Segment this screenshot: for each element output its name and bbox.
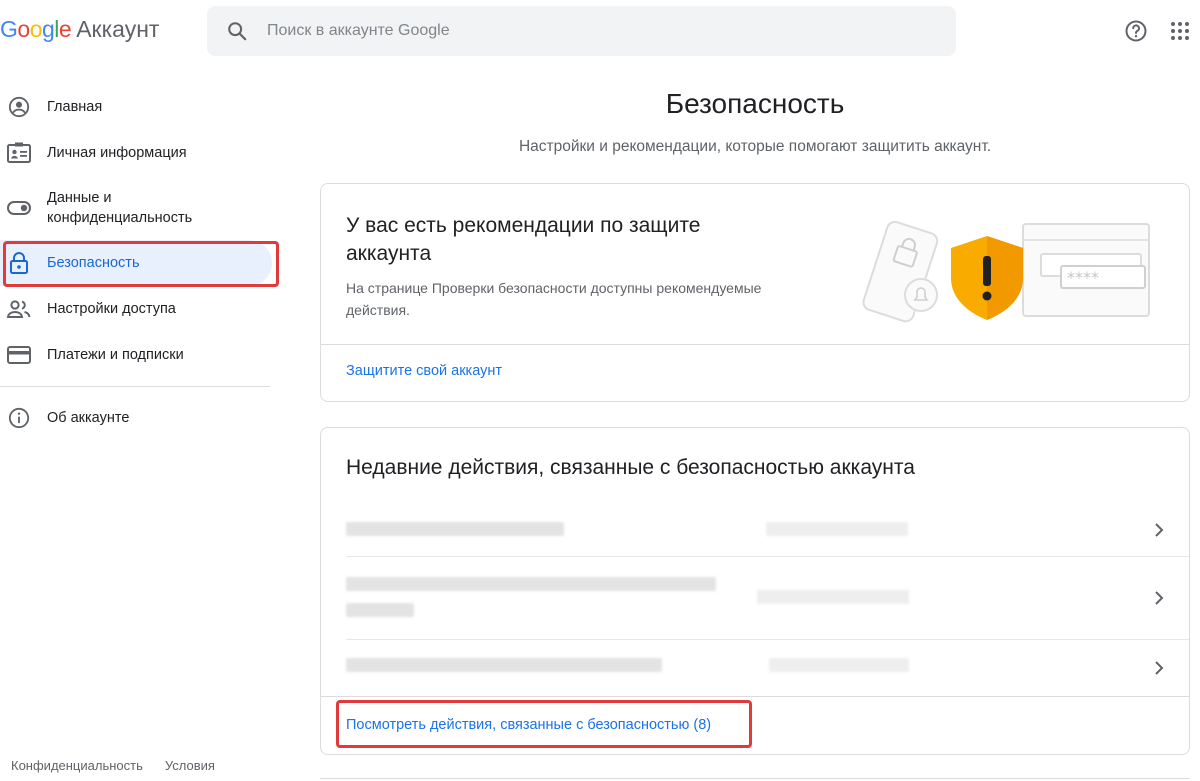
protect-account-link[interactable]: Защитите свой аккаунт [346, 363, 502, 379]
recommendations-card: У вас есть рекомендации по защите аккаун… [320, 183, 1190, 402]
sidebar-item-label: Платежи и подписки [47, 347, 184, 363]
sidebar-divider [0, 386, 270, 387]
activity-row[interactable] [321, 640, 1189, 696]
logo-letter: o [29, 16, 43, 42]
redacted-text [346, 658, 662, 672]
privacy-link[interactable]: Конфиденциальность [11, 758, 143, 773]
search-input[interactable] [267, 22, 867, 40]
product-name: Аккаунт [76, 16, 160, 42]
recent-activity-card: Недавние действия, связанные с безопасно… [320, 427, 1190, 755]
view-security-events-link[interactable]: Посмотреть действия, связанные с безопас… [346, 717, 711, 733]
recent-activity-title: Недавние действия, связанные с безопасно… [346, 456, 915, 479]
recommendations-title: У вас есть рекомендации по защите аккаун… [346, 214, 701, 265]
sidebar-item-label: Безопасность [47, 255, 140, 271]
sidebar-item-security[interactable]: Безопасность [0, 240, 272, 286]
sidebar-item-personal-info[interactable]: Личная информация [0, 130, 280, 176]
sidebar-item-label: Данные и конфиденциальность [47, 190, 193, 226]
google-wordmark: Google [0, 16, 72, 43]
terms-link[interactable]: Условия [165, 758, 215, 773]
google-apps-icon[interactable] [1166, 17, 1194, 45]
credit-card-icon [6, 342, 32, 368]
lock-icon [6, 250, 32, 276]
top-bar: Google Аккаунт [0, 0, 1200, 64]
chevron-right-icon [1151, 660, 1167, 676]
card-divider [321, 696, 1189, 697]
sidebar-item-data-privacy[interactable]: Данные и конфиденциальность [0, 176, 280, 240]
redacted-text [346, 603, 414, 617]
search-icon[interactable] [207, 20, 267, 42]
chevron-right-icon [1151, 522, 1167, 538]
svg-text:****: **** [1067, 268, 1099, 287]
redacted-text [766, 522, 908, 536]
logo-letter: G [0, 16, 18, 42]
next-card-edge [320, 778, 1190, 779]
search-bar[interactable] [207, 6, 956, 56]
id-card-icon [6, 140, 32, 166]
redacted-text [769, 658, 909, 672]
logo-letter: e [58, 16, 72, 42]
sidebar-item-payments[interactable]: Платежи и подписки [0, 332, 280, 378]
page-title: Безопасность [665, 88, 845, 119]
sidebar-item-label: Главная [47, 99, 103, 115]
security-warning-shield-icon: **** [851, 220, 1161, 332]
sidebar-item-label: Об аккаунте [47, 410, 130, 426]
google-account-logo[interactable]: Google Аккаунт [0, 16, 159, 48]
toggle-icon [6, 195, 32, 221]
card-divider [321, 344, 1189, 345]
logo-letter: g [41, 16, 55, 42]
activity-row[interactable] [321, 504, 1189, 556]
help-icon[interactable] [1122, 17, 1150, 45]
activity-row[interactable] [321, 557, 1189, 639]
sidebar-item-home[interactable]: Главная [0, 84, 280, 130]
info-icon [6, 405, 32, 431]
people-icon [6, 296, 32, 322]
sidebar-item-about[interactable]: Об аккаунте [0, 395, 280, 441]
sidebar-nav: Главная Личная информация Данные и конфи… [0, 84, 280, 441]
sidebar-item-label: Личная информация [47, 145, 187, 161]
footer-links: Конфиденциальность Условия [11, 758, 215, 773]
logo-letter: o [17, 16, 30, 42]
redacted-text [757, 590, 909, 604]
recommendations-description: На странице Проверки безопасности доступ… [346, 280, 762, 318]
redacted-text [346, 522, 564, 536]
redacted-text [346, 577, 716, 591]
sidebar-item-label: Настройки доступа [47, 301, 176, 317]
account-circle-icon [6, 94, 32, 120]
page-subtitle: Настройки и рекомендации, которые помога… [518, 138, 992, 155]
sidebar-item-people-sharing[interactable]: Настройки доступа [0, 286, 280, 332]
chevron-right-icon [1151, 590, 1167, 606]
